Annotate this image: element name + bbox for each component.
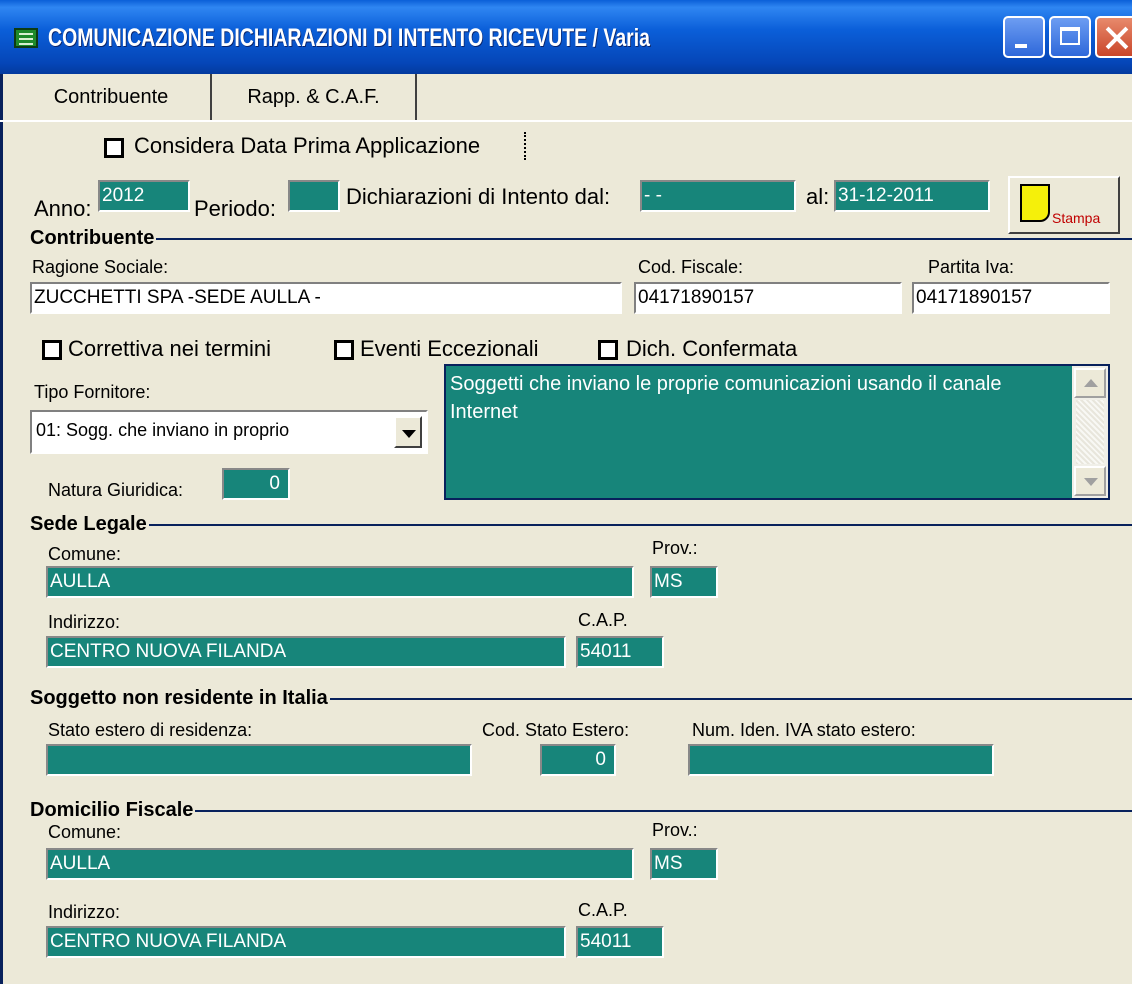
sede-prov-field[interactable]: MS <box>650 566 718 598</box>
al-date-field[interactable]: 31-12-2011 <box>834 180 990 212</box>
tipo-fornitore-value: 01: Sogg. che inviano in proprio <box>36 420 290 440</box>
natura-giuridica-label: Natura Giuridica: <box>48 480 184 500</box>
cod-stato-estero-label: Cod. Stato Estero: <box>482 720 630 740</box>
correttiva-checkbox[interactable] <box>42 340 62 360</box>
sede-comune-field[interactable]: AULLA <box>46 566 634 598</box>
num-iden-iva-field[interactable] <box>688 744 994 776</box>
sede-prov-label: Prov.: <box>652 538 698 558</box>
anno-field[interactable]: 2012 <box>98 180 190 212</box>
domicilio-prov-label: Prov.: <box>652 820 698 840</box>
tipo-fornitore-label: Tipo Fornitore: <box>34 382 151 402</box>
stato-estero-label: Stato estero di residenza: <box>48 720 253 740</box>
title-bar[interactable]: COMUNICAZIONE DICHIARAZIONI DI INTENTO R… <box>0 0 1132 74</box>
confermata-checkbox[interactable] <box>598 340 618 360</box>
tipo-fornitore-select[interactable]: 01: Sogg. che inviano in proprio <box>30 410 428 454</box>
sede-cap-label: C.A.P. <box>578 610 628 630</box>
sede-indirizzo-label: Indirizzo: <box>48 612 121 632</box>
sede-indirizzo-field[interactable]: CENTRO NUOVA FILANDA <box>46 636 566 668</box>
domicilio-section-header: Domicilio Fiscale <box>30 798 1132 822</box>
chevron-down-icon[interactable] <box>394 416 422 448</box>
main-window: COMUNICAZIONE DICHIARAZIONI DI INTENTO R… <box>0 0 1132 984</box>
cod-fiscale-field[interactable]: 04171890157 <box>634 282 902 314</box>
domicilio-indirizzo-field[interactable]: CENTRO NUOVA FILANDA <box>46 926 566 958</box>
sede-comune-label: Comune: <box>48 544 122 564</box>
scroll-down-icon[interactable] <box>1074 466 1106 496</box>
periodo-label: Periodo: <box>194 196 276 221</box>
scroll-track[interactable] <box>1076 400 1104 464</box>
dal-date-field[interactable]: - - <box>640 180 796 212</box>
window-border <box>0 74 3 984</box>
app-icon <box>14 28 38 48</box>
dal-label: Dichiarazioni di Intento dal: <box>346 184 611 209</box>
num-iden-iva-label: Num. Iden. IVA stato estero: <box>692 720 916 740</box>
anno-label: Anno: <box>34 196 92 221</box>
partita-iva-label: Partita Iva: <box>928 257 1015 277</box>
eventi-label: Eventi Eccezionali <box>360 336 539 361</box>
contribuente-section-title: Contribuente <box>30 226 157 250</box>
maximize-button[interactable] <box>1049 16 1091 58</box>
print-icon <box>1020 184 1050 222</box>
ragione-sociale-field[interactable]: ZUCCHETTI SPA -SEDE AULLA - <box>30 282 622 314</box>
considera-label: Considera Data Prima Applicazione <box>134 133 481 158</box>
domicilio-indirizzo-label: Indirizzo: <box>48 902 121 922</box>
cod-stato-estero-field[interactable]: 0 <box>540 744 616 776</box>
confermata-label: Dich. Confermata <box>626 336 798 361</box>
domicilio-comune-label: Comune: <box>48 822 122 842</box>
correttiva-label: Correttiva nei termini <box>68 336 271 361</box>
natura-giuridica-field[interactable]: 0 <box>222 468 290 500</box>
window-title: COMUNICAZIONE DICHIARAZIONI DI INTENTO R… <box>48 24 651 52</box>
eventi-checkbox[interactable] <box>334 340 354 360</box>
tab-divider <box>0 120 1132 122</box>
stampa-label: Stampa <box>1052 210 1101 226</box>
al-label: al: <box>806 184 830 209</box>
tab-contribuente[interactable]: Contribuente <box>12 74 212 120</box>
minimize-button[interactable] <box>1003 16 1045 58</box>
scroll-up-icon[interactable] <box>1074 368 1106 398</box>
partita-iva-field[interactable]: 04171890157 <box>912 282 1110 314</box>
ragione-sociale-label: Ragione Sociale: <box>32 257 169 277</box>
memo-scrollbar[interactable] <box>1072 366 1108 498</box>
close-button[interactable] <box>1095 16 1132 58</box>
domicilio-cap-label: C.A.P. <box>578 900 628 920</box>
non-residente-section-title: Soggetto non residente in Italia <box>30 686 330 710</box>
domicilio-section-title: Domicilio Fiscale <box>30 798 196 822</box>
tipo-description-memo[interactable]: Soggetti che inviano le proprie comunica… <box>444 364 1110 500</box>
focus-indicator <box>524 132 528 160</box>
sede-cap-field[interactable]: 54011 <box>576 636 664 668</box>
domicilio-cap-field[interactable]: 54011 <box>576 926 664 958</box>
sede-legale-section-header: Sede Legale <box>30 512 1132 536</box>
contribuente-section-header: Contribuente <box>30 226 1132 250</box>
sede-legale-section-title: Sede Legale <box>30 512 149 536</box>
stato-estero-field[interactable] <box>46 744 472 776</box>
periodo-field[interactable] <box>288 180 340 212</box>
cod-fiscale-label: Cod. Fiscale: <box>638 257 744 277</box>
domicilio-prov-field[interactable]: MS <box>650 848 718 880</box>
tipo-description-text: Soggetti che inviano le proprie comunica… <box>450 373 1002 423</box>
non-residente-section-header: Soggetto non residente in Italia <box>30 686 1132 710</box>
domicilio-comune-field[interactable]: AULLA <box>46 848 634 880</box>
considera-checkbox[interactable] <box>104 138 124 158</box>
tab-rapp-caf[interactable]: Rapp. & C.A.F. <box>212 74 417 120</box>
